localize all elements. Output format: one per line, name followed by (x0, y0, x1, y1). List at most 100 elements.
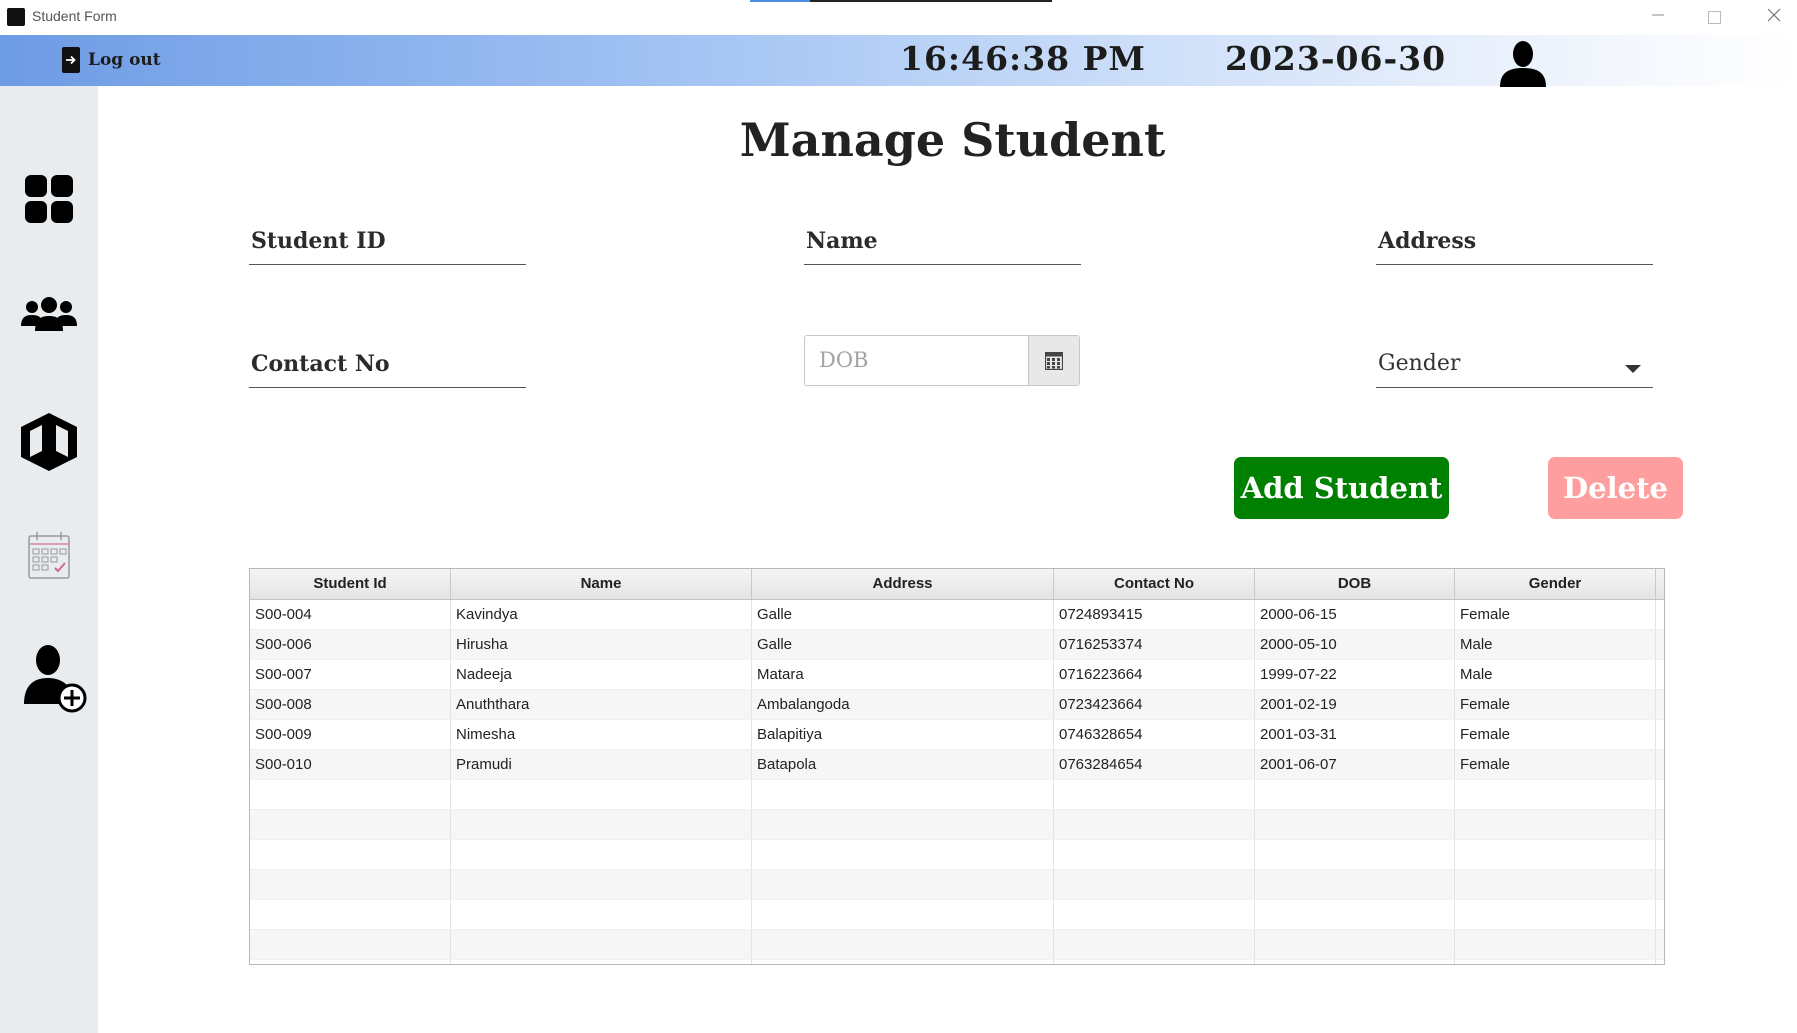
table-row[interactable] (250, 960, 1664, 964)
table-cell: Pramudi (451, 750, 752, 779)
student-id-field[interactable]: Student ID (249, 222, 526, 265)
table-cell (250, 900, 451, 929)
column-header[interactable]: Address (752, 569, 1054, 599)
date-display: 2023-06-30 (1225, 39, 1447, 78)
column-header-filler (1656, 569, 1664, 599)
table-cell (250, 930, 451, 959)
table-cell: 0746328654 (1054, 720, 1255, 749)
table-cell: 0716253374 (1054, 630, 1255, 659)
table-body: S00-004 Kavindya Galle 0724893415 2000-06-15… (250, 600, 1664, 964)
table-row[interactable] (250, 930, 1664, 960)
table-cell (1255, 930, 1455, 959)
table-cell: S00-009 (250, 720, 451, 749)
table-cell: 0723423664 (1054, 690, 1255, 719)
table-row[interactable] (250, 900, 1664, 930)
close-icon (1767, 8, 1781, 22)
delete-button[interactable]: Delete (1548, 457, 1683, 519)
maximize-button[interactable] (1692, 4, 1736, 30)
table-cell (752, 810, 1054, 839)
table-cell-filler (1656, 630, 1664, 659)
table-cell-filler (1656, 930, 1664, 959)
column-header[interactable]: Gender (1455, 569, 1656, 599)
calendar-icon[interactable] (18, 526, 80, 588)
table-cell: 2000-05-10 (1255, 630, 1455, 659)
logout-button[interactable]: Log out (62, 47, 161, 73)
dob-input[interactable]: DOB (819, 348, 869, 372)
users-group-icon[interactable] (18, 286, 80, 348)
table-cell: 2001-03-31 (1255, 720, 1455, 749)
table-cell: Nimesha (451, 720, 752, 749)
table-cell-filler (1656, 750, 1664, 779)
table-cell (451, 960, 752, 964)
student-table[interactable]: Student Id Name Address Contact No DOB G… (249, 568, 1665, 965)
minimize-button[interactable] (1636, 4, 1680, 30)
table-cell (1455, 870, 1656, 899)
table-header: Student Id Name Address Contact No DOB G… (250, 569, 1664, 600)
table-row[interactable] (250, 780, 1664, 810)
contact-no-label: Contact No (251, 351, 390, 377)
table-cell (451, 900, 752, 929)
calendar-grid-icon (1045, 351, 1063, 370)
table-row[interactable]: S00-004 Kavindya Galle 0724893415 2000-06-15… (250, 600, 1664, 630)
column-header[interactable]: Student Id (250, 569, 451, 599)
table-cell: Galle (752, 630, 1054, 659)
table-cell: Female (1455, 690, 1656, 719)
table-cell (1054, 810, 1255, 839)
dashboard-icon[interactable] (18, 168, 80, 230)
contact-no-field[interactable]: Contact No (249, 345, 526, 388)
column-header[interactable]: Contact No (1054, 569, 1255, 599)
gender-combobox[interactable]: Gender (1376, 345, 1653, 388)
address-label: Address (1378, 228, 1477, 254)
table-cell-filler (1656, 690, 1664, 719)
table-cell: Female (1455, 720, 1656, 749)
table-cell: S00-006 (250, 630, 451, 659)
address-field[interactable]: Address (1376, 222, 1653, 265)
table-cell (1054, 870, 1255, 899)
table-row[interactable]: S00-010 Pramudi Batapola 0763284654 2001-06-… (250, 750, 1664, 780)
close-button[interactable] (1752, 4, 1796, 30)
table-cell (250, 960, 451, 964)
dob-date-picker[interactable]: DOB (804, 335, 1080, 386)
calendar-picker-button[interactable] (1028, 336, 1079, 385)
name-field[interactable]: Name (804, 222, 1081, 265)
table-cell-filler (1656, 780, 1664, 809)
table-cell: 0716223664 (1054, 660, 1255, 689)
table-row[interactable]: S00-008 Anuththara Ambalangoda 0723423664 20… (250, 690, 1664, 720)
table-cell (250, 870, 451, 899)
maximize-icon (1707, 11, 1721, 24)
table-cell (752, 930, 1054, 959)
name-label: Name (806, 228, 878, 254)
table-cell (1455, 930, 1656, 959)
user-avatar-icon[interactable] (1498, 39, 1548, 87)
column-header[interactable]: DOB (1255, 569, 1455, 599)
table-cell (752, 780, 1054, 809)
window-title: Student Form (32, 8, 117, 24)
table-cell (250, 840, 451, 869)
sidebar (0, 86, 98, 1033)
table-cell-filler (1656, 720, 1664, 749)
gender-label: Gender (1378, 351, 1461, 376)
column-header[interactable]: Name (451, 569, 752, 599)
table-cell: Galle (752, 600, 1054, 629)
table-row[interactable]: S00-007 Nadeeja Matara 0716223664 1999-07-22… (250, 660, 1664, 690)
table-cell: S00-007 (250, 660, 451, 689)
table-cell (1255, 810, 1455, 839)
add-student-button[interactable]: Add Student (1234, 457, 1449, 519)
table-cell: Female (1455, 600, 1656, 629)
table-cell: 0763284654 (1054, 750, 1255, 779)
table-row[interactable]: S00-006 Hirusha Galle 0716253374 2000-05-10 M… (250, 630, 1664, 660)
cube-icon[interactable] (18, 411, 80, 473)
table-cell (752, 840, 1054, 869)
table-cell-filler (1656, 660, 1664, 689)
table-row[interactable]: S00-009 Nimesha Balapitiya 0746328654 2001-0… (250, 720, 1664, 750)
user-add-icon[interactable] (20, 642, 92, 714)
table-row[interactable] (250, 840, 1664, 870)
table-row[interactable] (250, 810, 1664, 840)
table-cell: 2001-06-07 (1255, 750, 1455, 779)
table-cell-filler (1656, 900, 1664, 929)
table-cell: Matara (752, 660, 1054, 689)
table-row[interactable] (250, 870, 1664, 900)
table-cell: Balapitiya (752, 720, 1054, 749)
table-cell (1054, 840, 1255, 869)
logout-icon (62, 47, 80, 73)
